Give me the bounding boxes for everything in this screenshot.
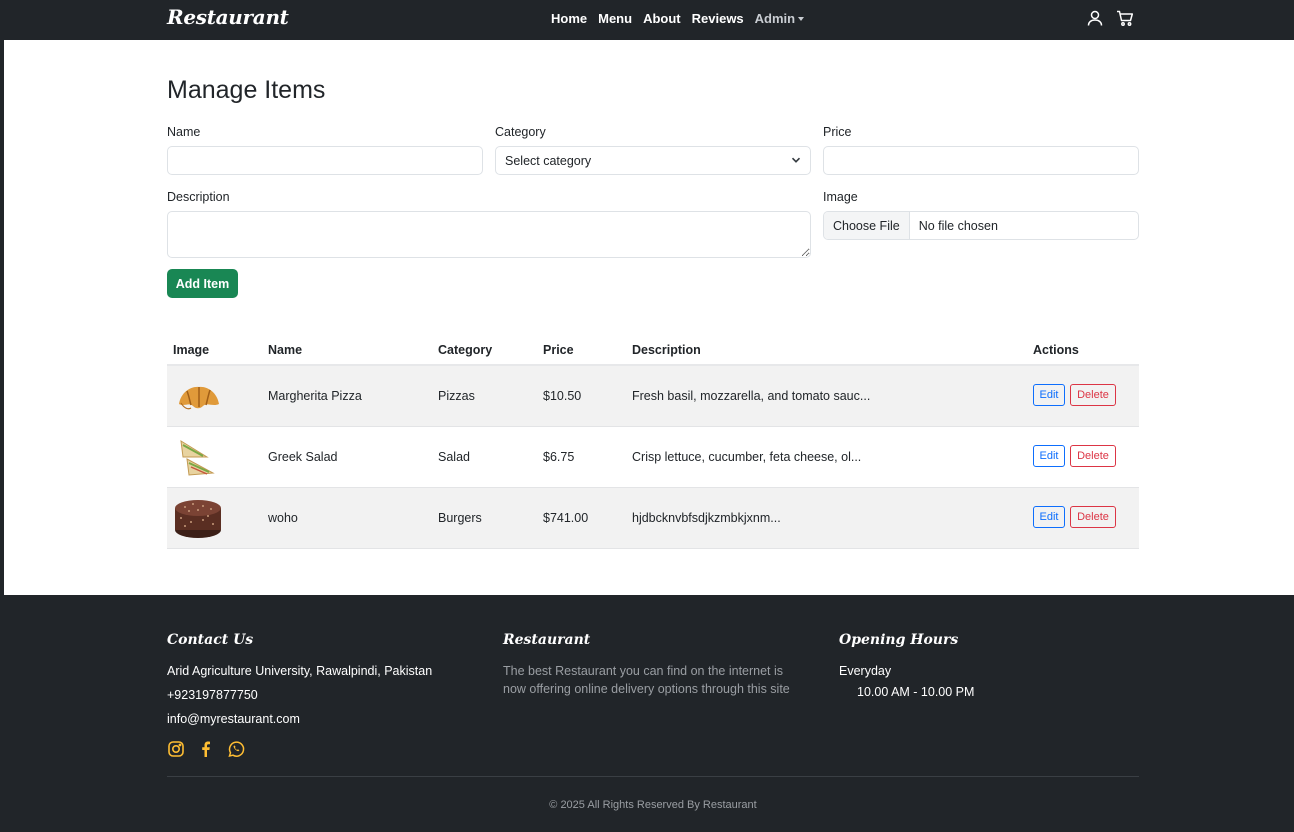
add-item-button[interactable]: Add Item: [167, 269, 238, 298]
item-description: Fresh basil, mozzarella, and tomato sauc…: [632, 389, 871, 403]
price-input[interactable]: [823, 146, 1139, 175]
footer-copyright: © 2025 All Rights Reserved By Restaurant: [549, 799, 757, 811]
header-price: Price: [543, 343, 574, 357]
footer-hours-day: Everyday: [839, 664, 892, 678]
footer-email[interactable]: info@myrestaurant.com: [167, 712, 300, 726]
footer-about-heading: Restaurant: [503, 632, 591, 648]
brand-logo[interactable]: Restaurant: [167, 5, 289, 29]
edit-button[interactable]: Edit: [1033, 445, 1065, 467]
footer-address: Arid Agriculture University, Rawalpindi,…: [167, 664, 433, 678]
navbar: Restaurant Home Menu About Reviews Admin: [0, 0, 1294, 40]
item-price: $6.75: [543, 450, 575, 464]
category-selected-value: Select category: [505, 153, 592, 168]
croissant-image: [173, 374, 223, 418]
item-description: Crisp lettuce, cucumber, feta cheese, ol…: [632, 450, 862, 464]
page-title: Manage Items: [167, 76, 326, 104]
caret-down-icon: [798, 17, 805, 21]
header-name: Name: [268, 343, 303, 357]
footer-about-line1: The best Restaurant you can find on the …: [503, 664, 784, 678]
footer-hours-heading: Opening Hours: [839, 632, 959, 648]
item-category: Pizzas: [438, 389, 475, 403]
file-status: No file chosen: [918, 218, 998, 233]
social-links: [167, 740, 245, 758]
nav-admin-label: Admin: [754, 11, 796, 26]
item-description: hjdbcknvbfsdjkzmbkjxnm...: [632, 511, 781, 525]
header-category: Category: [438, 343, 493, 357]
edit-button[interactable]: Edit: [1033, 384, 1065, 406]
category-label: Category: [495, 125, 546, 139]
footer-divider: [167, 776, 1139, 777]
facebook-icon[interactable]: [197, 740, 215, 758]
items-table: Image Name Category Price Description Ac…: [167, 335, 1139, 549]
table-row: Margherita Pizza Pizzas $10.50 Fresh bas…: [167, 366, 1139, 427]
delete-button[interactable]: Delete: [1070, 506, 1116, 528]
header-description: Description: [632, 343, 701, 357]
footer-about-line2: now offering online delivery options thr…: [503, 682, 790, 696]
footer-phone[interactable]: +923197877750: [167, 688, 258, 702]
user-icon[interactable]: [1086, 9, 1104, 27]
table-row: woho Burgers $741.00 hjdbcknvbfsdjkzmbkj…: [167, 488, 1139, 549]
item-name: Margherita Pizza: [268, 389, 362, 403]
instagram-icon[interactable]: [167, 740, 185, 758]
nav-icons: [1086, 9, 1134, 27]
choose-file-button[interactable]: Choose File: [824, 212, 910, 239]
item-price: $10.50: [543, 389, 582, 403]
edit-button[interactable]: Edit: [1033, 506, 1065, 528]
table-row: Greek Salad Salad $6.75 Crisp lettuce, c…: [167, 427, 1139, 488]
item-category: Salad: [438, 450, 470, 464]
cake-image: [173, 496, 223, 540]
delete-button[interactable]: Delete: [1070, 445, 1116, 467]
price-label: Price: [823, 125, 852, 139]
nav-admin-dropdown[interactable]: Admin: [754, 11, 805, 26]
name-input[interactable]: [167, 146, 483, 175]
item-name: woho: [268, 511, 298, 525]
image-file-input[interactable]: Choose File No file chosen: [823, 211, 1139, 240]
nav-about[interactable]: About: [643, 11, 681, 26]
footer: Contact Us Arid Agriculture University, …: [0, 595, 1294, 832]
item-category: Burgers: [438, 511, 482, 525]
item-name: Greek Salad: [268, 450, 338, 464]
footer-hours-time: 10.00 AM - 10.00 PM: [857, 685, 975, 699]
description-label: Description: [167, 190, 230, 204]
header-actions: Actions: [1033, 343, 1079, 357]
header-image: Image: [173, 343, 210, 357]
chevron-down-icon: [791, 154, 801, 168]
nav-links: Home Menu About Reviews Admin: [551, 11, 815, 26]
description-textarea[interactable]: [167, 211, 811, 258]
name-label: Name: [167, 125, 201, 139]
sandwich-image: [173, 435, 223, 479]
delete-button[interactable]: Delete: [1070, 384, 1116, 406]
table-header: Image Name Category Price Description Ac…: [167, 335, 1139, 366]
item-price: $741.00: [543, 511, 589, 525]
nav-home[interactable]: Home: [551, 11, 587, 26]
nav-menu[interactable]: Menu: [598, 11, 632, 26]
footer-contact-heading: Contact Us: [167, 632, 254, 648]
image-label: Image: [823, 190, 858, 204]
whatsapp-icon[interactable]: [227, 740, 245, 758]
category-select[interactable]: Select category: [495, 146, 811, 175]
nav-reviews[interactable]: Reviews: [692, 11, 744, 26]
cart-icon[interactable]: [1116, 9, 1134, 27]
